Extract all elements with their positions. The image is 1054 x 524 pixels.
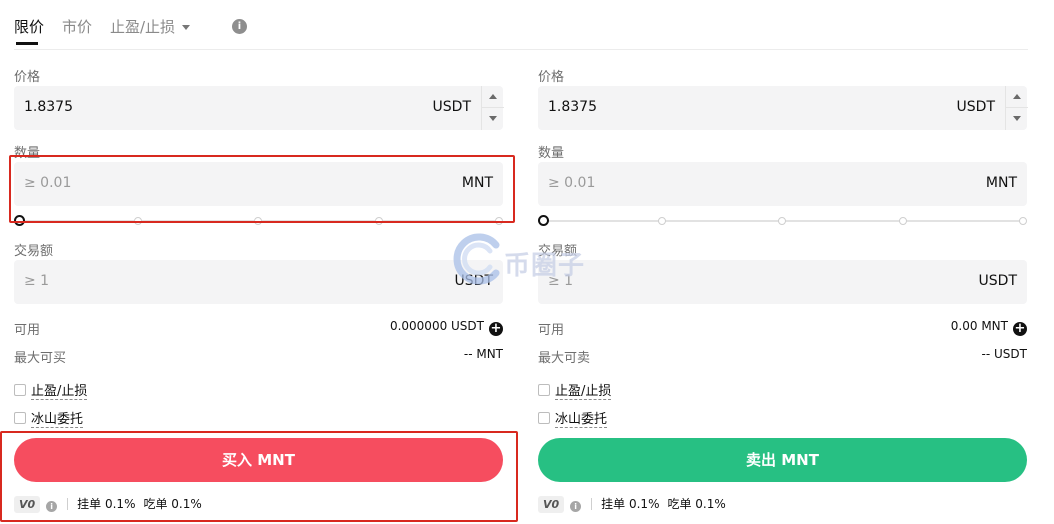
amount-unit: USDT — [978, 273, 1017, 289]
buy-price-input[interactable]: 1.8375 USDT — [14, 86, 504, 130]
slider-mark-75[interactable] — [375, 217, 383, 225]
quantity-placeholder: ≥ 0.01 — [24, 175, 72, 191]
sell-button[interactable]: 卖出 MNT — [538, 438, 1027, 482]
arrow-down-icon — [489, 116, 497, 121]
divider — [67, 498, 69, 510]
arrow-down-icon — [1013, 116, 1021, 121]
slider-mark-75[interactable] — [899, 217, 907, 225]
max-sell-label: 最大可卖 — [538, 351, 591, 366]
sell-panel: 价格 1.8375 USDT 数量 ≥ 0.01 MNT 交易额 ≥ 1 USD… — [538, 0, 1028, 524]
taker-fee: 吃单 0.1% — [667, 497, 726, 511]
available-label: 可用 — [538, 323, 565, 338]
sell-quantity-input[interactable]: ≥ 0.01 MNT — [538, 162, 1027, 206]
available-balance: 0.000000 USDT + — [390, 319, 503, 336]
amount-label: 交易额 — [14, 244, 54, 259]
slider-mark-100[interactable] — [1019, 217, 1027, 225]
available-label: 可用 — [14, 323, 41, 338]
price-stepper — [1005, 86, 1028, 130]
buy-percent-slider[interactable] — [14, 214, 503, 228]
maker-fee: 挂单 0.1% — [601, 497, 660, 511]
amount-label: 交易额 — [538, 244, 578, 259]
buy-button[interactable]: 买入 MNT — [14, 438, 503, 482]
tpsl-checkbox[interactable]: 止盈/止损 — [538, 380, 612, 400]
available-value: 0.000000 USDT — [389, 319, 484, 333]
arrow-up-icon — [1013, 94, 1021, 99]
price-value: 1.8375 — [24, 99, 73, 115]
quantity-label: 数量 — [14, 146, 41, 161]
maker-fee: 挂单 0.1% — [77, 497, 136, 511]
buy-amount-input[interactable]: ≥ 1 USDT — [14, 260, 503, 304]
slider-mark-50[interactable] — [254, 217, 262, 225]
buy-panel: 价格 1.8375 USDT 数量 ≥ 0.01 MNT 交易额 ≥ 1 USD… — [14, 0, 504, 524]
add-funds-icon[interactable]: + — [1013, 322, 1027, 336]
tpsl-checkbox-label: 止盈/止损 — [555, 384, 612, 400]
checkbox-icon[interactable] — [14, 412, 26, 424]
price-label: 价格 — [14, 70, 41, 85]
amount-unit: USDT — [454, 273, 493, 289]
price-increment-button[interactable] — [482, 86, 504, 108]
price-label: 价格 — [538, 70, 565, 85]
max-buy-label: 最大可买 — [14, 351, 67, 366]
price-value: 1.8375 — [548, 99, 597, 115]
sell-amount-input[interactable]: ≥ 1 USDT — [538, 260, 1027, 304]
info-icon[interactable]: i — [570, 501, 582, 512]
amount-placeholder: ≥ 1 — [548, 273, 574, 289]
available-value: 0.00 MNT — [950, 319, 1008, 333]
fee-rate-row: V0 i 挂单 0.1% 吃单 0.1% — [538, 495, 726, 513]
quantity-label: 数量 — [538, 146, 565, 161]
max-sell-value: -- USDT — [981, 347, 1027, 361]
quantity-unit: MNT — [985, 175, 1017, 191]
price-decrement-button[interactable] — [1006, 108, 1028, 130]
slider-mark-25[interactable] — [658, 217, 666, 225]
tpsl-checkbox-label: 止盈/止损 — [31, 384, 88, 400]
slider-mark-50[interactable] — [778, 217, 786, 225]
quantity-placeholder: ≥ 0.01 — [548, 175, 596, 191]
divider — [591, 498, 593, 510]
available-balance: 0.00 MNT + — [951, 319, 1027, 336]
price-increment-button[interactable] — [1006, 86, 1028, 108]
fee-rate-row: V0 i 挂单 0.1% 吃单 0.1% — [14, 495, 202, 513]
slider-handle[interactable] — [538, 215, 549, 226]
add-funds-icon[interactable]: + — [489, 322, 503, 336]
sell-price-input[interactable]: 1.8375 USDT — [538, 86, 1028, 130]
taker-fee: 吃单 0.1% — [143, 497, 202, 511]
price-decrement-button[interactable] — [482, 108, 504, 130]
tpsl-checkbox[interactable]: 止盈/止损 — [14, 380, 88, 400]
buy-quantity-input[interactable]: ≥ 0.01 MNT — [14, 162, 503, 206]
slider-mark-25[interactable] — [134, 217, 142, 225]
quantity-unit: MNT — [461, 175, 493, 191]
max-buy-value: -- MNT — [463, 347, 503, 361]
amount-placeholder: ≥ 1 — [24, 273, 50, 289]
checkbox-icon[interactable] — [538, 412, 550, 424]
iceberg-checkbox[interactable]: 冰山委托 — [538, 408, 608, 428]
iceberg-checkbox-label: 冰山委托 — [555, 412, 608, 428]
vip-badge: V0 — [538, 496, 565, 513]
checkbox-icon[interactable] — [538, 384, 550, 396]
slider-mark-100[interactable] — [495, 217, 503, 225]
info-icon[interactable]: i — [46, 501, 58, 512]
price-unit: USDT — [432, 99, 471, 115]
arrow-up-icon — [489, 94, 497, 99]
vip-badge: V0 — [14, 496, 41, 513]
iceberg-checkbox-label: 冰山委托 — [31, 412, 84, 428]
iceberg-checkbox[interactable]: 冰山委托 — [14, 408, 84, 428]
sell-percent-slider[interactable] — [538, 214, 1027, 228]
slider-handle[interactable] — [14, 215, 25, 226]
price-stepper — [481, 86, 504, 130]
price-unit: USDT — [956, 99, 995, 115]
checkbox-icon[interactable] — [14, 384, 26, 396]
